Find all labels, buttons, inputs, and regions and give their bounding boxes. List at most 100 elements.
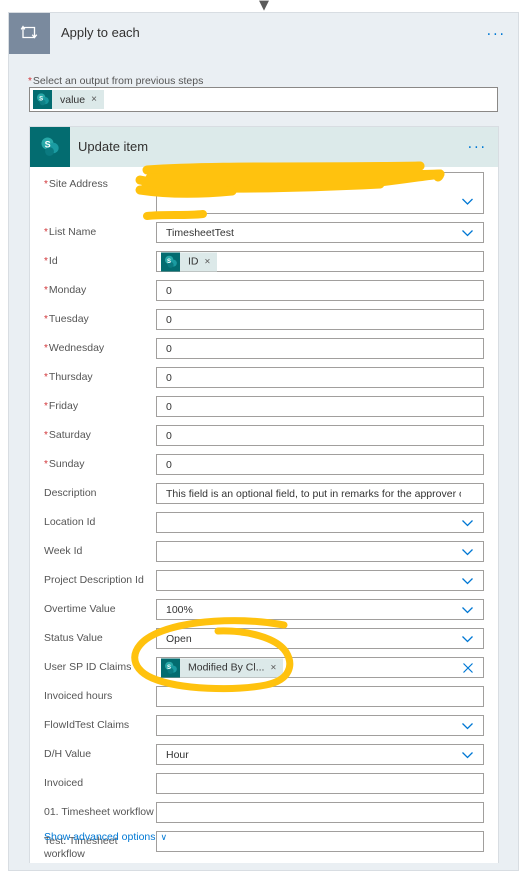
field-input-description[interactable]: This field is an optional field, to put … bbox=[156, 483, 484, 504]
field-label: Invoiced bbox=[44, 777, 156, 790]
field-value: 0 bbox=[166, 458, 172, 471]
update-item-title: Update item bbox=[78, 139, 149, 154]
required-asterisk: * bbox=[44, 179, 48, 190]
field-label: *Sunday bbox=[44, 458, 156, 471]
field-input-id[interactable]: S ID × bbox=[156, 251, 484, 272]
field-input-project-description-id[interactable] bbox=[156, 570, 484, 591]
field-value: 0 bbox=[166, 342, 172, 355]
field-input-week-id[interactable] bbox=[156, 541, 484, 562]
field-label-text: Wednesday bbox=[48, 342, 105, 354]
token-chip-label: value bbox=[60, 93, 86, 106]
field-input-d-h-value[interactable]: Hour bbox=[156, 744, 484, 765]
field-row: Invoiced hours bbox=[30, 686, 498, 715]
field-row: *List Name TimesheetTest bbox=[30, 222, 498, 251]
svg-text:S: S bbox=[167, 258, 171, 264]
select-output-label: *Select an output from previous steps bbox=[28, 75, 204, 87]
chevron-down-icon[interactable] bbox=[461, 719, 474, 732]
apply-to-each-loop-icon bbox=[9, 13, 50, 54]
field-label-text: Saturday bbox=[48, 429, 91, 441]
field-input-thursday[interactable]: 0 bbox=[156, 367, 484, 388]
sharepoint-icon: S bbox=[161, 658, 180, 677]
field-row: *Wednesday 0 bbox=[30, 338, 498, 367]
token-chip-remove-icon[interactable]: × bbox=[270, 662, 283, 673]
field-label: *Site Address bbox=[44, 178, 156, 191]
field-label: *Id bbox=[44, 255, 156, 268]
field-input-friday[interactable]: 0 bbox=[156, 396, 484, 417]
field-row: D/H Value Hour bbox=[30, 744, 498, 773]
field-label: Location Id bbox=[44, 516, 156, 529]
chevron-down-icon[interactable] bbox=[461, 195, 474, 208]
update-item-header[interactable]: S Update item ··· bbox=[30, 127, 498, 167]
field-value: 100% bbox=[166, 603, 193, 616]
field-input-tuesday[interactable]: 0 bbox=[156, 309, 484, 330]
field-row: Location Id bbox=[30, 512, 498, 541]
field-input-user-sp-id-claims[interactable]: S Modified By Cl... × bbox=[156, 657, 484, 678]
required-asterisk: * bbox=[44, 430, 48, 441]
sharepoint-icon: S bbox=[30, 127, 70, 167]
field-label-text: Invoiced hours bbox=[44, 690, 113, 702]
field-label-text: Project Description Id bbox=[44, 574, 144, 586]
field-input-flowidtest-claims[interactable] bbox=[156, 715, 484, 736]
field-row: *Tuesday 0 bbox=[30, 309, 498, 338]
field-input-overtime-value[interactable]: 100% bbox=[156, 599, 484, 620]
svg-text:S: S bbox=[45, 139, 51, 149]
field-row: FlowIdTest Claims bbox=[30, 715, 498, 744]
apply-to-each-header[interactable]: Apply to each ··· bbox=[9, 13, 518, 54]
select-output-input[interactable]: S value × bbox=[29, 87, 498, 112]
field-input-invoiced-hours[interactable] bbox=[156, 686, 484, 707]
required-asterisk: * bbox=[44, 459, 48, 470]
field-input-01-timesheet-workflow[interactable] bbox=[156, 802, 484, 823]
chevron-down-icon: ∨ bbox=[160, 832, 168, 842]
field-label: 01. Timesheet workflow bbox=[44, 806, 156, 819]
apply-to-each-overflow-menu[interactable]: ··· bbox=[487, 28, 506, 42]
field-row: *Friday 0 bbox=[30, 396, 498, 425]
field-input-invoiced[interactable] bbox=[156, 773, 484, 794]
chevron-down-icon[interactable] bbox=[461, 545, 474, 558]
field-label-text: Invoiced bbox=[44, 777, 84, 789]
token-chip-value[interactable]: S value × bbox=[33, 90, 104, 109]
field-label-text: Id bbox=[48, 255, 58, 267]
chevron-down-icon[interactable]: ▼ bbox=[257, 0, 271, 12]
apply-to-each-card: Apply to each ··· *Select an output from… bbox=[8, 12, 519, 871]
field-input-monday[interactable]: 0 bbox=[156, 280, 484, 301]
field-label-text: Monday bbox=[48, 284, 87, 296]
field-label-text: Tuesday bbox=[48, 313, 89, 325]
field-label: D/H Value bbox=[44, 748, 156, 761]
field-input-status-value[interactable]: Open bbox=[156, 628, 484, 649]
field-row: Project Description Id bbox=[30, 570, 498, 599]
chevron-down-icon[interactable] bbox=[461, 516, 474, 529]
field-value: 0 bbox=[166, 400, 172, 413]
field-input-location-id[interactable] bbox=[156, 512, 484, 533]
field-label: Overtime Value bbox=[44, 603, 156, 616]
field-label: *Monday bbox=[44, 284, 156, 297]
update-item-overflow-menu[interactable]: ··· bbox=[468, 141, 487, 155]
field-input-list-name[interactable]: TimesheetTest bbox=[156, 222, 484, 243]
chevron-down-icon[interactable] bbox=[461, 603, 474, 616]
field-label: *List Name bbox=[44, 226, 156, 239]
token-chip-remove-icon[interactable]: × bbox=[91, 94, 104, 105]
chevron-down-icon[interactable] bbox=[461, 226, 474, 239]
field-input-site-address[interactable] bbox=[156, 172, 484, 214]
required-asterisk: * bbox=[44, 343, 48, 354]
token-chip-remove-icon[interactable]: × bbox=[205, 256, 218, 267]
field-label-text: FlowIdTest Claims bbox=[44, 719, 130, 731]
field-input-sunday[interactable]: 0 bbox=[156, 454, 484, 475]
clear-field-icon[interactable] bbox=[462, 662, 474, 674]
required-asterisk: * bbox=[44, 256, 48, 267]
chevron-down-icon[interactable] bbox=[461, 632, 474, 645]
token-chip[interactable]: S ID × bbox=[161, 252, 218, 271]
chevron-down-icon[interactable] bbox=[461, 748, 474, 761]
field-input-wednesday[interactable]: 0 bbox=[156, 338, 484, 359]
field-label-text: Site Address bbox=[48, 178, 108, 190]
update-item-card: S Update item ··· *Site Address *List Nam… bbox=[29, 126, 499, 863]
field-row: *Site Address bbox=[30, 172, 498, 222]
chevron-down-icon[interactable] bbox=[461, 574, 474, 587]
field-input-test-timesheet-workflow[interactable] bbox=[156, 831, 484, 852]
field-label: Week Id bbox=[44, 545, 156, 558]
field-row: Description This field is an optional fie… bbox=[30, 483, 498, 512]
token-chip[interactable]: S Modified By Cl... × bbox=[161, 658, 284, 677]
field-label: Invoiced hours bbox=[44, 690, 156, 703]
field-input-saturday[interactable]: 0 bbox=[156, 425, 484, 446]
show-advanced-options-link[interactable]: Show advanced options ∨ bbox=[44, 831, 167, 843]
field-row: User SP ID Claims S Modified By Cl... × bbox=[30, 657, 498, 686]
